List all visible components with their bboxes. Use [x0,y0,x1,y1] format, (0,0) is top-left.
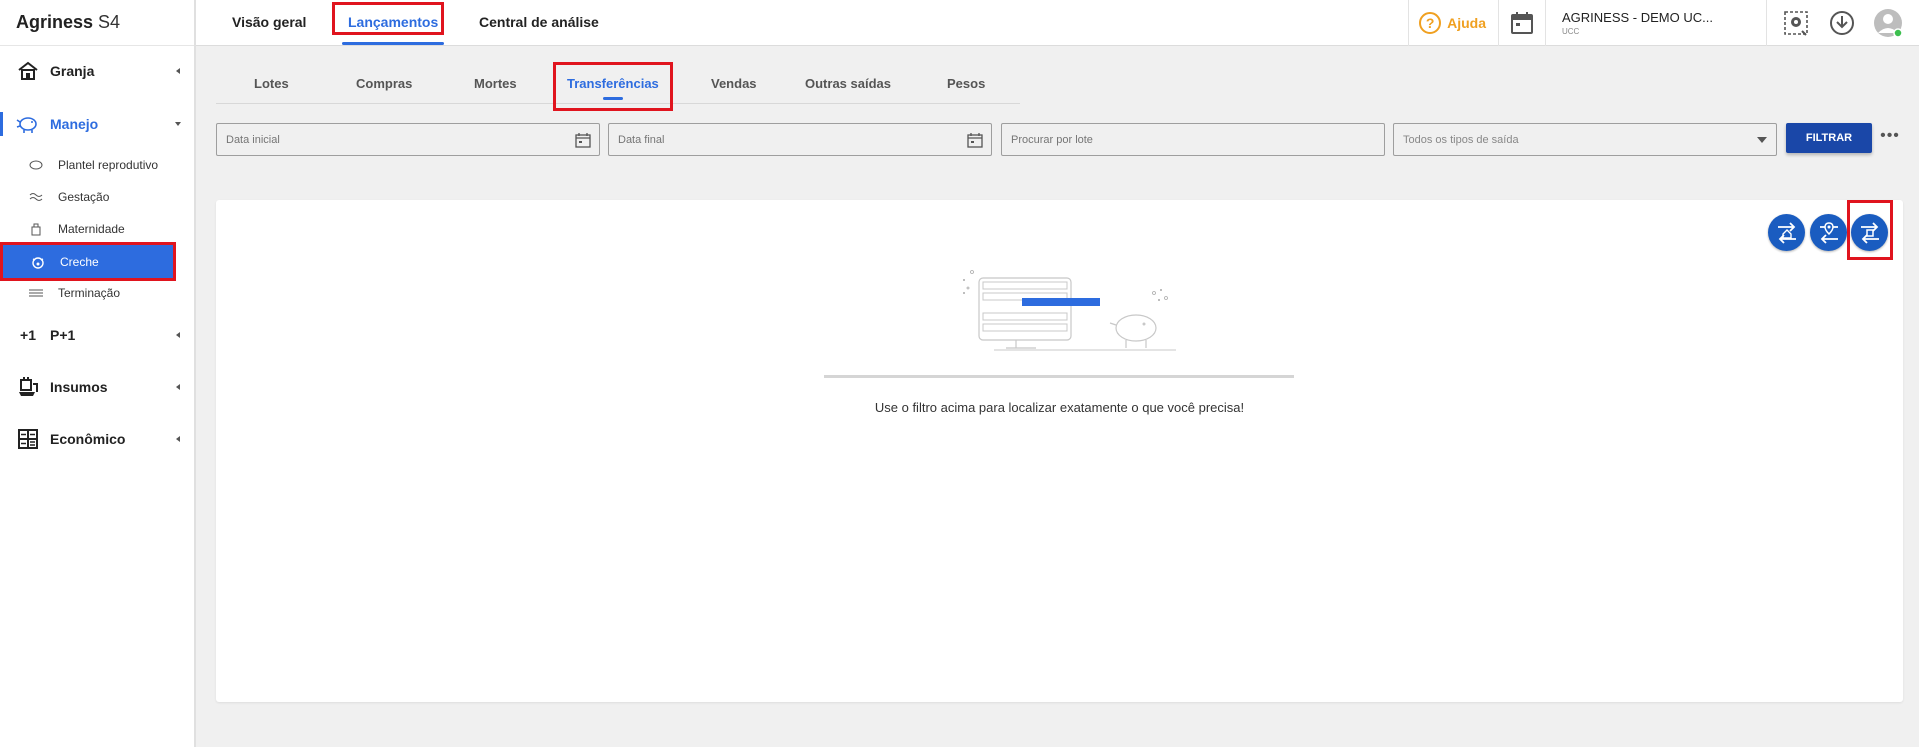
start-date-field[interactable] [216,123,600,156]
tab-pesos[interactable]: Pesos [947,62,985,104]
app-logo[interactable]: Agriness S4 [0,0,194,46]
help-label: Ajuda [1447,15,1486,31]
tab-lancamentos[interactable]: Lançamentos [341,0,445,45]
sidebar-group-label: Manejo [50,116,99,132]
calendar-button[interactable] [1499,0,1545,46]
sidebar: Agriness S4 Granja Manejo Plantel reprod… [0,0,196,747]
chevron-left-icon [176,436,180,442]
transfer-room-button[interactable] [1851,214,1888,251]
brand-suffix: S4 [98,12,121,32]
calendar-icon[interactable] [575,132,591,148]
lot-search-input[interactable] [1011,133,1310,146]
download-circle-icon [1830,11,1854,35]
sidebar-item-gestacao[interactable]: Gestação [0,181,196,213]
sidebar-item-maternidade[interactable]: Maternidade [0,213,196,245]
question-circle-icon: ? [1419,12,1442,34]
calendar-icon [1511,12,1533,34]
farm-house-icon [16,59,40,83]
empty-state-illustration [963,270,1176,351]
top-bar: Visão geral Lançamentos Central de análi… [196,0,1919,46]
sow-icon [28,157,44,173]
help-button[interactable]: ? Ajuda [1409,0,1498,46]
top-actions: ? Ajuda AGRINESS - DEMO UC... UCC [1408,0,1919,46]
results-card: Use o filtro acima para localizar exatam… [216,200,1903,702]
screen-recorder-button[interactable] [1773,0,1819,46]
sidebar-item-terminacao[interactable]: Terminação [0,277,196,309]
sidebar-group-label: Granja [50,63,95,79]
screen-capture-icon [1784,11,1808,36]
exit-type-select[interactable]: Todos os tipos de saída [1393,123,1777,156]
pig-icon [16,112,40,136]
divider [824,375,1294,378]
sidebar-group-economico[interactable]: Econômico [0,416,196,462]
gestation-icon [28,189,44,205]
tab-visao-geral[interactable]: Visão geral [232,0,306,44]
transfer-room-icon [1860,221,1879,244]
download-button[interactable] [1819,0,1865,46]
sidebar-item-label: Terminação [58,286,121,300]
chevron-left-icon [176,332,180,338]
tab-mortes[interactable]: Mortes [474,62,517,104]
exit-type-value: Todos os tipos de saída [1403,133,1519,146]
divider [1766,0,1767,46]
sidebar-item-label: Plantel reprodutivo [58,158,159,172]
maternity-icon [28,221,44,237]
tab-central-de-analise[interactable]: Central de análise [479,0,599,44]
sidebar-group-manejo[interactable]: Manejo [0,101,196,147]
lot-search-field[interactable] [1001,123,1385,156]
start-date-input[interactable] [226,133,525,146]
sidebar-group-granja[interactable]: Granja [0,48,196,94]
chevron-down-icon [175,122,181,126]
sidebar-item-creche[interactable]: Creche [2,244,174,279]
chevron-down-icon [1757,137,1767,143]
sidebar-item-plantel-reprodutivo[interactable]: Plantel reprodutivo [0,149,196,181]
sidebar-item-label: Creche [60,254,99,269]
farm-selector[interactable]: AGRINESS - DEMO UC... UCC [1546,0,1766,46]
user-avatar[interactable] [1865,0,1911,46]
avatar-icon [1874,9,1903,38]
sidebar-group-label: Insumos [50,379,108,395]
nursery-icon [30,254,46,270]
sub-tabs: Lotes Compras Mortes Transferências Vend… [216,62,1020,104]
calculator-icon [16,427,40,451]
finishing-icon [28,285,44,301]
sidebar-group-p1[interactable]: +1 P+1 [0,312,196,358]
brand-name: Agriness [16,12,94,32]
chevron-left-icon [176,68,180,74]
calendar-icon[interactable] [967,132,983,148]
tab-transferencias[interactable]: Transferências [567,62,659,104]
chevron-left-icon [176,384,180,390]
tab-compras[interactable]: Compras [356,62,412,104]
tab-lotes[interactable]: Lotes [254,62,289,104]
sidebar-item-label: Gestação [58,190,110,204]
empty-state-message: Use o filtro acima para localizar exatam… [874,400,1245,415]
more-options-icon[interactable]: ••• [1880,126,1900,146]
tab-vendas[interactable]: Vendas [711,62,757,104]
farm-name: AGRINESS - DEMO UC... [1562,10,1713,25]
sidebar-group-insumos[interactable]: Insumos [0,364,196,410]
sidebar-group-label: P+1 [50,327,76,343]
end-date-field[interactable] [608,123,992,156]
supplies-icon [16,375,40,399]
tab-outras-saidas[interactable]: Outras saídas [805,62,891,104]
transfer-location-icon [1819,221,1838,244]
sidebar-group-label: Econômico [50,431,126,447]
farm-subtitle: UCC [1562,27,1580,36]
transfer-farm-icon [1777,221,1796,244]
sidebar-item-label: Maternidade [58,222,125,236]
plus-one-icon: +1 [20,327,36,343]
end-date-input[interactable] [618,133,917,146]
filter-button[interactable]: FILTRAR [1786,123,1872,153]
transfer-farm-button[interactable] [1768,214,1805,251]
transfer-location-button[interactable] [1810,214,1847,251]
